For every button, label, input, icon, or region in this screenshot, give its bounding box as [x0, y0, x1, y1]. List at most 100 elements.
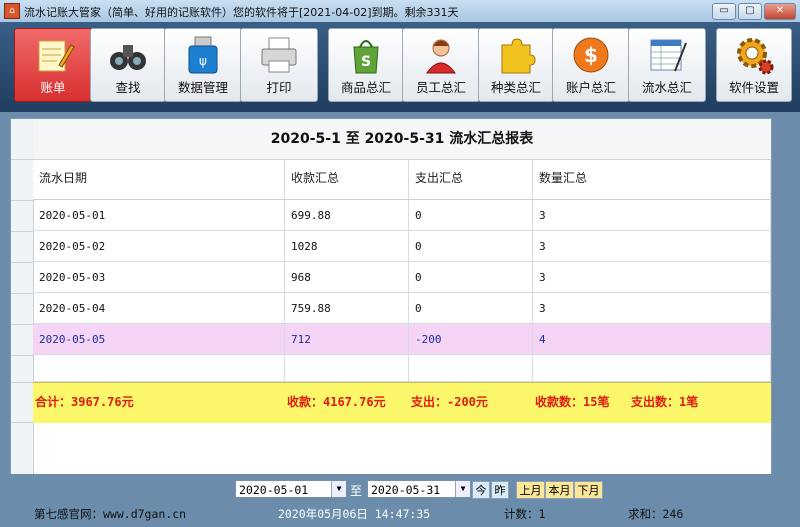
tab-search[interactable]: 查找: [90, 28, 166, 102]
tab-settings-label: 软件设置: [728, 80, 779, 95]
tab-goods-summary[interactable]: S 商品总汇: [328, 28, 404, 102]
row-header-divider: [11, 262, 33, 263]
row-header-divider: [11, 231, 33, 232]
report-panel: 2020-5-1 至 2020-5-31 流水汇总报表 流水日期 收款汇总 支出…: [10, 118, 772, 490]
tab-category-summary-label: 种类总汇: [490, 80, 541, 95]
row-header-divider: [11, 293, 33, 294]
cell-quantity: 3: [533, 293, 771, 324]
column-header-quantity[interactable]: 数量汇总: [533, 160, 771, 200]
cell-income: 1028: [285, 231, 409, 262]
dollar-coin-icon: $: [573, 37, 609, 73]
spreadsheet-icon: [650, 39, 687, 72]
income-count: 收款数：15笔: [535, 395, 610, 409]
gear-icon: [737, 38, 774, 75]
cell-income: 968: [285, 262, 409, 293]
chevron-down-icon[interactable]: ▼: [455, 481, 470, 497]
tab-staff-summary-label: 员工总汇: [415, 80, 466, 95]
tab-print[interactable]: 打印: [240, 28, 318, 102]
last-month-button[interactable]: 上月: [516, 481, 545, 499]
total-amount: 合计：3967.76元: [35, 395, 134, 409]
tab-print-label: 打印: [266, 80, 292, 95]
cell-date: 2020-05-05: [33, 324, 285, 355]
bottom-bar: 2020-05-01 ▼ 至 2020-05-31 ▼ 今 昨 上月 本月 下月…: [0, 474, 800, 527]
printer-icon: [261, 37, 297, 73]
app-window: ⌂ 流水记账大管家（简单、好用的记账软件）您的软件将于[2021-04-02]到…: [0, 0, 800, 527]
website-link[interactable]: 第七感官网：www.d7gan.cn: [34, 506, 186, 522]
cell-date: 2020-05-02: [33, 231, 285, 262]
report-title: 2020-5-1 至 2020-5-31 流水汇总报表: [33, 119, 771, 160]
tab-account-summary[interactable]: $ 账户总汇: [552, 28, 630, 102]
cell-date: 2020-05-04: [33, 293, 285, 324]
row-header-column: [11, 119, 34, 489]
tab-staff-summary[interactable]: 员工总汇: [402, 28, 480, 102]
app-icon: ⌂: [4, 3, 20, 19]
title-bar: ⌂ 流水记账大管家（简单、好用的记账软件）您的软件将于[2021-04-02]到…: [0, 0, 800, 23]
row-header-divider: [11, 324, 33, 325]
usb-drive-icon: ψ: [188, 36, 218, 74]
row-header-divider: [11, 382, 33, 383]
column-header-income[interactable]: 收款汇总: [285, 160, 409, 200]
cell-expense: 0: [409, 293, 533, 324]
row-header-divider: [11, 200, 33, 201]
tab-bill[interactable]: 账单: [14, 28, 92, 102]
this-month-button[interactable]: 本月: [545, 481, 574, 499]
total-expense: 支出：-200元: [411, 395, 488, 409]
chevron-down-icon[interactable]: ▼: [331, 481, 346, 497]
end-date-select[interactable]: 2020-05-31 ▼: [367, 480, 471, 498]
next-month-button[interactable]: 下月: [574, 481, 603, 499]
cell-expense: 0: [409, 200, 533, 231]
to-label: 至: [350, 484, 363, 498]
minimize-button[interactable]: ▭: [712, 3, 736, 20]
close-button[interactable]: ✕: [764, 3, 796, 20]
notepad-pencil-icon: [38, 40, 75, 72]
cell-expense: -200: [409, 324, 533, 355]
tab-data-management-label: 数据管理: [177, 80, 228, 95]
tab-data-management[interactable]: ψ 数据管理: [164, 28, 242, 102]
cell-empty: [409, 355, 533, 382]
row-header-divider: [11, 422, 33, 423]
cell-empty: [533, 355, 771, 382]
person-icon: [426, 39, 456, 74]
cell-income: 699.88: [285, 200, 409, 231]
cell-income: 759.88: [285, 293, 409, 324]
puzzle-icon: [501, 38, 536, 74]
cell-expense: 0: [409, 262, 533, 293]
start-date-value: 2020-05-01: [239, 483, 309, 497]
expense-count: 支出数：1笔: [631, 395, 699, 409]
tab-goods-summary-label: 商品总汇: [340, 80, 391, 95]
yesterday-button[interactable]: 昨: [491, 481, 509, 499]
row-header-divider: [11, 355, 33, 356]
tab-category-summary[interactable]: 种类总汇: [478, 28, 554, 102]
tab-flow-summary[interactable]: 流水总汇: [628, 28, 706, 102]
binoculars-icon: [110, 45, 146, 70]
cell-expense: 0: [409, 231, 533, 262]
main-toolbar: 账单 查找 ψ 数据管理 打印 S 商品总汇 员工总汇 种类总汇 $ 账户总汇 …: [0, 22, 800, 112]
column-header-expense[interactable]: 支出汇总: [409, 160, 533, 200]
selection-count: 计数：1: [504, 507, 546, 521]
cell-date: 2020-05-03: [33, 262, 285, 293]
total-income: 收款：4167.76元: [287, 395, 386, 409]
today-button[interactable]: 今: [472, 481, 490, 499]
tab-flow-summary-label: 流水总汇: [641, 80, 692, 95]
end-date-value: 2020-05-31: [371, 483, 441, 497]
tab-bill-label: 账单: [40, 80, 66, 95]
selection-sum: 求和：246: [628, 507, 684, 521]
cell-empty: [285, 355, 409, 382]
svg-text:$: $: [584, 43, 598, 67]
cell-empty: [33, 355, 285, 382]
shopping-bag-icon: S: [353, 40, 379, 74]
svg-text:ψ: ψ: [199, 54, 207, 68]
tab-settings[interactable]: 软件设置: [716, 28, 792, 102]
cell-quantity: 3: [533, 200, 771, 231]
svg-text:S: S: [361, 54, 371, 70]
start-date-select[interactable]: 2020-05-01 ▼: [235, 480, 347, 498]
totals-row: 合计：3967.76元 收款：4167.76元 支出：-200元 收款数：15笔…: [33, 382, 771, 423]
window-title: 流水记账大管家（简单、好用的记账软件）您的软件将于[2021-04-02]到期。…: [24, 6, 459, 19]
cell-income: 712: [285, 324, 409, 355]
column-header-date[interactable]: 流水日期: [33, 160, 285, 200]
cell-quantity: 3: [533, 262, 771, 293]
current-datetime: 2020年05月06日 14:47:35: [278, 507, 431, 521]
cell-quantity: 4: [533, 324, 771, 355]
maximize-button[interactable]: ▢: [738, 3, 762, 20]
cell-quantity: 3: [533, 231, 771, 262]
